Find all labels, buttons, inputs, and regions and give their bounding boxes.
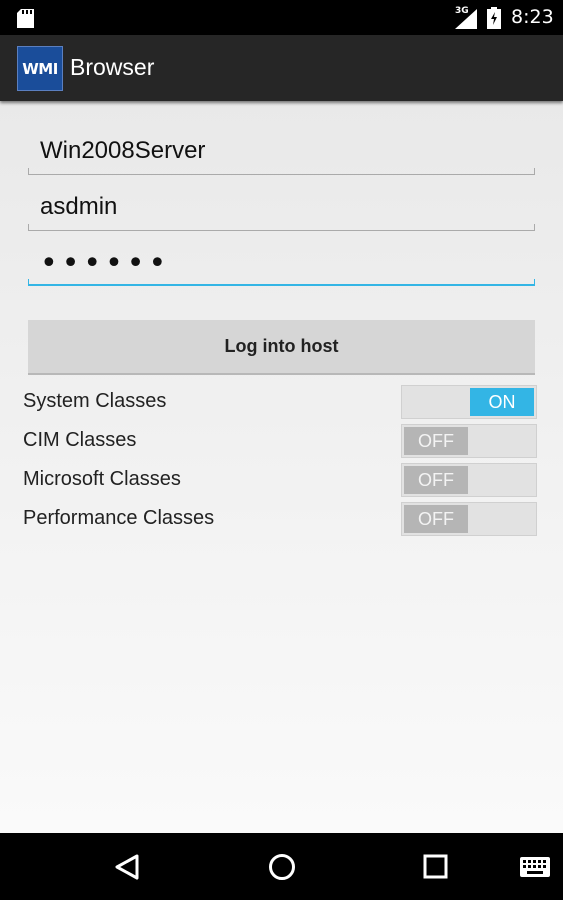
status-bar: 3G 8:23 — [0, 0, 563, 35]
app-title: Browser — [70, 54, 155, 80]
recents-icon[interactable] — [423, 854, 449, 880]
microsoft-classes-switch[interactable]: OFF — [401, 463, 537, 497]
cell-signal-icon — [455, 9, 477, 29]
username-field-underline — [28, 224, 535, 231]
back-icon[interactable] — [113, 853, 141, 881]
action-bar: WMI Browser — [0, 35, 563, 101]
password-field-underline — [28, 279, 535, 286]
clock: 8:23 — [511, 6, 554, 28]
cim-classes-label: CIM Classes — [23, 429, 137, 451]
switch-state-label: OFF — [404, 427, 468, 455]
switch-state-label: OFF — [404, 466, 468, 494]
toggle-row-cim-classes: CIM Classes OFF — [0, 424, 563, 460]
performance-classes-label: Performance Classes — [23, 507, 215, 529]
system-classes-switch[interactable]: ON — [401, 385, 537, 419]
battery-charging-icon — [487, 7, 501, 29]
system-classes-label: System Classes — [23, 390, 167, 412]
password-field-container[interactable]: •••••• — [28, 242, 535, 286]
toggle-row-microsoft-classes: Microsoft Classes OFF — [0, 463, 563, 499]
cim-classes-switch[interactable]: OFF — [401, 424, 537, 458]
main-content: •••••• Log into host System Classes ON C… — [0, 101, 563, 833]
microsoft-classes-label: Microsoft Classes — [23, 468, 181, 490]
switch-state-label: ON — [470, 388, 534, 416]
switch-state-label: OFF — [404, 505, 468, 533]
host-field-container — [28, 131, 535, 175]
home-icon[interactable] — [267, 852, 297, 882]
login-button[interactable]: Log into host — [28, 320, 535, 375]
navigation-bar — [0, 833, 563, 900]
performance-classes-switch[interactable]: OFF — [401, 502, 537, 536]
username-input[interactable] — [28, 187, 535, 227]
host-input[interactable] — [28, 131, 535, 171]
toggle-row-system-classes: System Classes ON — [0, 385, 563, 421]
username-field-container — [28, 187, 535, 231]
host-field-underline — [28, 168, 535, 175]
password-input[interactable]: •••••• — [40, 246, 170, 281]
toggle-row-performance-classes: Performance Classes OFF — [0, 502, 563, 538]
sd-card-icon — [17, 9, 34, 28]
keyboard-icon[interactable] — [520, 857, 550, 877]
app-logo[interactable]: WMI — [17, 46, 63, 91]
